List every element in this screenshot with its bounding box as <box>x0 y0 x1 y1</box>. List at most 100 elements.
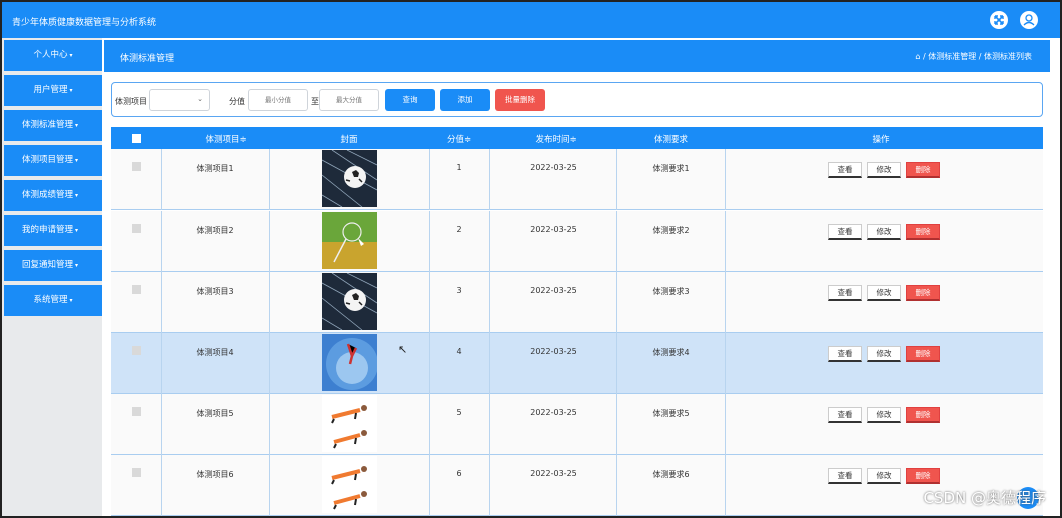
query-button[interactable]: 查询 <box>385 89 435 111</box>
column-divider <box>429 455 430 516</box>
project-select[interactable]: ⌄ <box>149 89 210 111</box>
edit-button[interactable]: 修改 <box>867 468 901 484</box>
column-divider <box>616 455 617 516</box>
chevron-down-icon: ▾ <box>75 122 79 129</box>
cell-date: 2022-03-25 <box>530 469 577 478</box>
column-divider <box>429 211 430 272</box>
column-divider <box>489 394 490 455</box>
table-header: 体测项目≑ 封面 分值≑ 发布时间≑ 体测要求 操作 <box>111 127 1043 149</box>
edit-button[interactable]: 修改 <box>867 285 901 301</box>
sidebar-item-applications[interactable]: 我的申请管理 ▾ <box>4 215 102 246</box>
column-divider <box>489 455 490 516</box>
sidebar-item-label: 系统管理 <box>33 295 68 305</box>
home-icon[interactable]: ⌂ <box>915 52 920 61</box>
sidebar-item-personal[interactable]: 个人中心 ▾ <box>4 40 102 71</box>
column-divider <box>725 333 726 394</box>
page-title: 体测标准管理 <box>120 54 175 64</box>
column-divider <box>616 394 617 455</box>
delete-button[interactable]: 删除 <box>906 162 940 178</box>
column-divider <box>269 211 270 272</box>
row-checkbox[interactable] <box>132 285 141 294</box>
cell-date: 2022-03-25 <box>530 163 577 172</box>
sidebar-item-notices[interactable]: 回复通知管理 ▾ <box>4 250 102 281</box>
cover-image[interactable] <box>322 456 377 513</box>
max-score-input[interactable] <box>319 89 379 111</box>
sidebar-item-users[interactable]: 用户管理 ▾ <box>4 75 102 106</box>
search-bar: 体测项目 ⌄ 分值 至 查询 添加 批量删除 <box>111 82 1043 117</box>
row-checkbox[interactable] <box>132 468 141 477</box>
column-divider <box>269 394 270 455</box>
min-score-input[interactable] <box>248 89 308 111</box>
col-requirement: 体测要求 <box>653 135 688 145</box>
row-checkbox[interactable] <box>132 224 141 233</box>
edit-button[interactable]: 修改 <box>867 407 901 423</box>
cell-score: 2 <box>456 225 462 234</box>
column-divider <box>161 272 162 333</box>
chevron-down-icon: ▾ <box>75 157 79 164</box>
row-checkbox[interactable] <box>132 407 141 416</box>
sidebar-item-scores[interactable]: 体测成绩管理 ▾ <box>4 180 102 211</box>
column-divider <box>489 272 490 333</box>
project-label: 体测项目 <box>115 97 147 106</box>
cell-requirement: 体测要求5 <box>652 409 690 418</box>
delete-button[interactable]: 删除 <box>906 346 940 362</box>
sidebar-item-standards[interactable]: 体测标准管理 ▾ <box>4 110 102 141</box>
to-label: 至 <box>311 97 319 106</box>
delete-button[interactable]: 删除 <box>906 468 940 484</box>
column-divider <box>489 149 490 210</box>
column-divider <box>161 394 162 455</box>
col-date[interactable]: 发布时间≑ <box>511 133 601 145</box>
delete-button[interactable]: 删除 <box>906 224 940 240</box>
cell-score: 3 <box>456 286 462 295</box>
cover-image[interactable] <box>322 395 377 452</box>
cell-date: 2022-03-25 <box>530 347 577 356</box>
edit-button[interactable]: 修改 <box>867 346 901 362</box>
mouse-cursor-icon: ↖ <box>398 343 408 356</box>
cover-image[interactable] <box>322 334 377 391</box>
col-project[interactable]: 体测项目≑ <box>191 133 261 145</box>
edit-button[interactable]: 修改 <box>867 162 901 178</box>
top-bar: 青少年体质健康数据管理与分析系统 <box>2 2 1060 38</box>
column-divider <box>161 333 162 394</box>
fullscreen-icon[interactable] <box>990 11 1008 29</box>
table-row[interactable]: 体测项目5 5 2022-03-25 体测要求5 查看 修改 删除 <box>111 394 1043 455</box>
view-button[interactable]: 查看 <box>828 224 862 240</box>
sidebar-item-projects[interactable]: 体测项目管理 ▾ <box>4 145 102 176</box>
cell-project: 体测项目3 <box>196 287 234 296</box>
table-row[interactable]: 体测项目4 4 2022-03-25 体测要求4 查看 修改 删除 <box>111 333 1043 394</box>
column-divider <box>429 394 430 455</box>
cover-image[interactable] <box>322 273 377 330</box>
table-row[interactable]: 体测项目6 6 2022-03-25 体测要求6 查看 修改 删除 <box>111 455 1043 516</box>
cell-project: 体测项目4 <box>196 348 234 357</box>
cover-image[interactable] <box>322 150 377 207</box>
delete-button[interactable]: 删除 <box>906 407 940 423</box>
sidebar-item-label: 我的申请管理 <box>22 225 74 235</box>
chevron-down-icon: ▾ <box>75 227 79 234</box>
sidebar-item-system[interactable]: 系统管理 ▾ <box>4 285 102 316</box>
chevron-down-icon: ▾ <box>69 87 73 94</box>
view-button[interactable]: 查看 <box>828 407 862 423</box>
breadcrumb-text[interactable]: / 体测标准管理 / 体测标准列表 <box>923 52 1032 61</box>
view-button[interactable]: 查看 <box>828 346 862 362</box>
delete-button[interactable]: 删除 <box>906 285 940 301</box>
user-icon[interactable] <box>1020 11 1038 29</box>
table-row[interactable]: 体测项目3 3 2022-03-25 体测要求3 查看 修改 删除 <box>111 272 1043 333</box>
column-divider <box>725 455 726 516</box>
view-button[interactable]: 查看 <box>828 162 862 178</box>
select-all-checkbox[interactable] <box>132 134 141 143</box>
cell-requirement: 体测要求4 <box>652 348 690 357</box>
table-row[interactable]: 体测项目1 1 2022-03-25 体测要求1 查看 修改 删除 <box>111 149 1043 210</box>
column-divider <box>429 149 430 210</box>
col-score[interactable]: 分值≑ <box>429 133 489 145</box>
table-row[interactable]: 体测项目2 2 2022-03-25 体测要求2 查看 修改 删除 <box>111 211 1043 272</box>
batch-delete-button[interactable]: 批量删除 <box>495 89 545 111</box>
col-cover: 封面 <box>340 135 358 145</box>
row-checkbox[interactable] <box>132 346 141 355</box>
view-button[interactable]: 查看 <box>828 468 862 484</box>
row-checkbox[interactable] <box>132 162 141 171</box>
view-button[interactable]: 查看 <box>828 285 862 301</box>
cover-image[interactable] <box>322 212 377 269</box>
cell-project: 体测项目6 <box>196 470 234 479</box>
edit-button[interactable]: 修改 <box>867 224 901 240</box>
add-button[interactable]: 添加 <box>440 89 490 111</box>
